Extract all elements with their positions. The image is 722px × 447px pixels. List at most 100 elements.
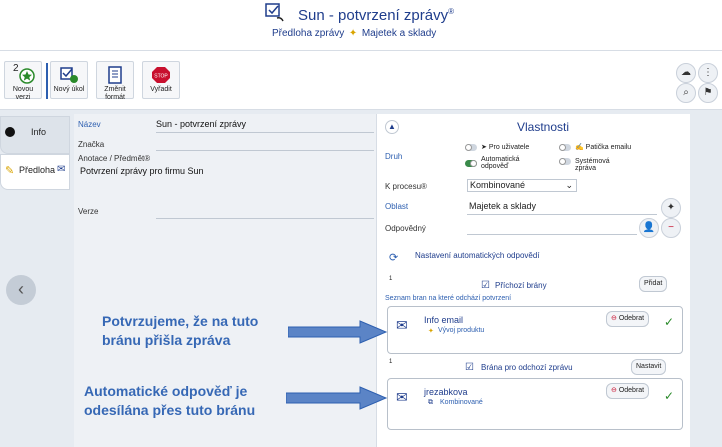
breadcrumb: Předloha zprávy ✦ Majetek a sklady — [272, 28, 436, 39]
callout-outgoing-line1: Automatické odpověď je — [84, 383, 248, 399]
arrow-incoming — [288, 320, 388, 344]
check-icon: ✓ — [664, 315, 675, 329]
name-underline — [156, 132, 374, 133]
outgoing-gate-card: ✉ jrezabkova ⧉ Kombinované ⊖ Odebrat ✓ — [387, 378, 683, 430]
auto-reply-icon: ⟳ — [389, 252, 399, 264]
new-task-label: Nový úkol — [53, 86, 85, 93]
name-field[interactable]: Sun - potvrzení zprávy — [156, 119, 246, 129]
change-format-button[interactable]: Změnit formát — [96, 61, 134, 101]
star-badge-icon — [19, 68, 35, 84]
outgoing-gate-sub: Kombinované — [440, 399, 483, 406]
add-gate-button[interactable]: Přidat — [639, 276, 668, 292]
outgoing-icon: ☑ — [465, 362, 474, 373]
gates-list-label: Seznam bran na které odchází potvrzení — [385, 295, 512, 302]
incoming-gate-name: Info email — [424, 315, 464, 325]
toggle-auto-reply[interactable] — [465, 160, 477, 167]
toggle-user[interactable] — [465, 144, 477, 151]
product-icon: ✦ — [428, 328, 434, 335]
annotation-label: Anotace / Předmět® — [78, 154, 151, 163]
arrow-outgoing — [286, 386, 388, 410]
process-select[interactable]: Kombinované ⌄ — [467, 179, 577, 192]
change-format-label: Změnit formát — [104, 86, 126, 101]
incoming-title: Příchozí brány — [495, 281, 547, 290]
area-underline — [467, 214, 657, 215]
sidebar: Info ✎ Předloha ✉ ‹ — [0, 112, 70, 447]
callout-outgoing-line2: odesílána přes tuto bránu — [84, 402, 256, 418]
process-label: K procesu® — [385, 182, 427, 191]
discard-button[interactable]: STOP Vyřadit — [142, 61, 180, 99]
area-link[interactable]: Majetek a sklady — [362, 28, 436, 39]
remove-icon[interactable]: − — [661, 218, 681, 238]
set-gate-button[interactable]: Nastavit — [631, 359, 667, 375]
header: Sun - potvrzení zprávy® Předloha zprávy … — [0, 0, 722, 50]
tag-field[interactable] — [156, 150, 374, 151]
tab-template[interactable]: ✎ Předloha ✉ — [0, 154, 70, 190]
pencil-icon: ✎ — [5, 165, 15, 177]
responsible-field[interactable] — [467, 234, 637, 235]
tab-template-label: Předloha — [19, 165, 56, 175]
chat-icon[interactable]: ☁ — [676, 63, 696, 83]
version-label: Verze — [78, 207, 99, 216]
annotation-field[interactable]: Potvrzení zprávy pro firmu Sun — [80, 166, 204, 176]
incoming-gate-sub: Vývoj produktu — [438, 327, 485, 334]
incoming-icon: ☑ — [481, 280, 490, 291]
kind-system: Systémová zpráva — [575, 158, 610, 172]
task-icon — [60, 67, 78, 83]
kind-user: ➤ Pro uživatele — [481, 144, 530, 151]
properties-panel: ▲ Vlastnosti Druh ➤ Pro uživatele ✍ Pati… — [376, 114, 690, 447]
kind-label: Druh — [385, 152, 403, 161]
area-field[interactable]: Majetek a sklady — [469, 201, 536, 211]
mail-gateway-icon: ✉ — [396, 317, 408, 333]
outgoing-count: 1 — [389, 359, 393, 365]
version-count: 2 — [13, 63, 19, 74]
user-gateway-icon: ✉ — [396, 389, 408, 405]
remove-outgoing-button[interactable]: ⊖ Odebrat — [606, 383, 650, 399]
divider — [46, 63, 48, 99]
responsible-label: Odpovědný — [385, 224, 426, 233]
incoming-count: 1 — [389, 276, 393, 282]
callout-incoming: Potvrzujeme, že na tuto bránu přišla zpr… — [102, 312, 258, 350]
tab-info[interactable]: Info — [0, 116, 70, 154]
toggle-footer[interactable] — [559, 144, 571, 151]
area-icon: ✦ — [348, 28, 358, 39]
search-icon[interactable]: ⌕ — [676, 83, 696, 103]
tab-info-label: Info — [31, 127, 47, 137]
area-label: Oblast — [385, 202, 409, 211]
kind-footer: ✍ Patička emailu — [575, 144, 632, 151]
toolbar: 2 Novou verzi Nový úkol Změnit formát ST… — [0, 50, 722, 110]
envelope-icon: ✉ — [57, 164, 66, 175]
remove-incoming-button[interactable]: ⊖ Odebrat — [606, 311, 650, 327]
outgoing-title: Brána pro odchozí zprávu — [481, 363, 573, 372]
previous-button[interactable]: ‹ — [6, 275, 36, 305]
callout-incoming-line2: bránu přišla zpráva — [102, 332, 231, 348]
auto-settings-heading: Nastavení automatických odpovědí — [415, 251, 540, 260]
version-field[interactable] — [156, 218, 374, 219]
tag-label: Značka — [78, 140, 105, 149]
document-format-icon — [108, 66, 122, 84]
callout-outgoing: Automatické odpověď je odesílána přes tu… — [84, 382, 255, 420]
combined-icon: ⧉ — [428, 399, 433, 406]
incoming-gate-card: ✉ Info email ✦ Vývoj produktu ⊖ Odebrat … — [387, 306, 683, 354]
svg-text:STOP: STOP — [154, 74, 168, 80]
outgoing-gate-name: jrezabkova — [424, 387, 468, 397]
callout-incoming-line1: Potvrzujeme, že na tuto — [102, 313, 259, 329]
more-menu-icon[interactable]: ⋮ — [698, 63, 718, 83]
new-task-button[interactable]: Nový úkol — [50, 61, 88, 99]
stop-icon: STOP — [152, 67, 170, 83]
toggle-system[interactable] — [559, 158, 571, 165]
discard-label: Vyřadit — [150, 86, 172, 93]
page-title: Sun - potvrzení zprávy® — [298, 7, 454, 24]
template-link[interactable]: Předloha zprávy — [272, 28, 344, 39]
check-icon: ✓ — [664, 389, 675, 403]
kind-auto-reply: Automatická odpověď — [481, 156, 520, 170]
message-template-icon — [265, 3, 284, 22]
flag-icon[interactable]: ⚑ — [698, 83, 718, 103]
new-version-label: Novou verzi — [12, 86, 34, 101]
person-icon[interactable]: 👤 — [639, 218, 659, 238]
info-dot-icon — [5, 127, 15, 137]
chevron-down-icon: ⌄ — [565, 180, 573, 190]
name-label: Název — [78, 120, 101, 129]
area-picker-icon[interactable]: ✦ — [661, 198, 681, 218]
new-version-button[interactable]: 2 Novou verzi — [4, 61, 42, 101]
collapse-icon[interactable]: ▲ — [385, 120, 399, 134]
